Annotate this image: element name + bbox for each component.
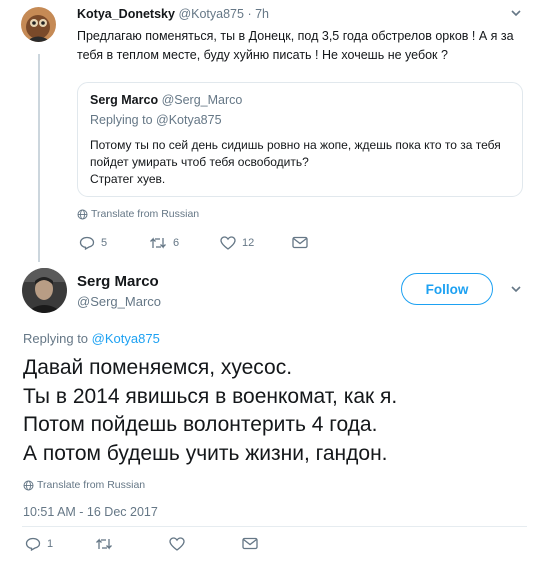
direct-message-action[interactable] <box>292 236 308 249</box>
reply-icon <box>25 537 41 551</box>
like-action[interactable]: 12 <box>220 236 254 250</box>
retweet-icon <box>149 236 167 250</box>
retweet-count: 6 <box>173 237 180 249</box>
like-action[interactable] <box>169 537 185 551</box>
replying-prefix: Replying to <box>23 331 89 346</box>
replying-prefix: Replying to <box>90 113 153 127</box>
quoted-author-name: Serg Marco <box>90 93 159 107</box>
retweet-icon <box>95 537 113 551</box>
chevron-down-icon[interactable] <box>510 284 522 294</box>
reply-action[interactable]: 5 <box>79 236 107 250</box>
reply-count: 1 <box>47 538 54 550</box>
author-name[interactable]: Serg Marco <box>77 273 159 290</box>
retweet-action[interactable]: 6 <box>149 236 179 250</box>
replying-handle[interactable]: @Kotya875 <box>92 331 160 346</box>
tweet-timestamp[interactable]: 10:51 AM - 16 Dec 2017 <box>23 505 158 519</box>
direct-message-action[interactable] <box>242 537 258 550</box>
tweet-header: Kotya_Donetsky @Kotya875 · 7h <box>77 7 269 21</box>
quoted-header: Serg Marco @Serg_Marco <box>90 93 242 107</box>
translate-link[interactable]: Translate from Russian <box>23 479 145 491</box>
tweet-time[interactable]: 7h <box>255 7 269 21</box>
reply-count: 5 <box>101 237 108 249</box>
tweet-line: Потом пойдешь волонтерить 4 года. <box>23 413 378 436</box>
tweet-line: Ты в 2014 явишься в военкомат, как я. <box>23 384 398 408</box>
translate-label: Translate from Russian <box>37 479 146 491</box>
retweet-action[interactable] <box>95 537 113 551</box>
replying-handle: @Kotya875 <box>156 113 222 127</box>
quoted-author-handle: @Serg_Marco <box>161 93 243 107</box>
quoted-tweet[interactable]: Serg Marco @Serg_Marco Replying to @Koty… <box>77 82 523 197</box>
translate-link[interactable]: Translate from Russian <box>77 208 199 220</box>
chevron-down-icon[interactable] <box>510 8 522 18</box>
reply-action[interactable]: 1 <box>25 537 53 551</box>
tweet-text: Давай поменяемся, хуесос. Ты в 2014 явиш… <box>23 354 533 468</box>
time-separator: · <box>247 7 252 21</box>
tweet-text: Предлагаю поменяться, ты в Донецк, под 3… <box>77 29 514 62</box>
quoted-text: Потому ты по сей день сидишь ровно на жо… <box>90 137 510 188</box>
quoted-replying-to: Replying to @Kotya875 <box>90 113 222 127</box>
avatar[interactable] <box>21 7 56 42</box>
globe-icon <box>23 480 34 491</box>
follow-button[interactable]: Follow <box>401 273 493 305</box>
reply-icon <box>79 236 95 250</box>
translate-label: Translate from Russian <box>91 208 200 220</box>
replying-to: Replying to @Kotya875 <box>23 331 160 346</box>
like-icon <box>169 537 185 551</box>
direct-message-icon <box>292 236 308 249</box>
divider <box>22 526 527 527</box>
avatar[interactable] <box>22 268 67 313</box>
thread-line <box>38 54 40 262</box>
quoted-line: Потому ты по сей день сидишь ровно на жо… <box>90 138 501 169</box>
tweet-line: А потом будешь учить жизни, гандон. <box>23 441 388 465</box>
direct-message-icon <box>242 537 258 550</box>
like-count: 12 <box>242 237 255 249</box>
author-handle[interactable]: @Kotya875 <box>178 7 244 21</box>
quoted-line: Стратег хуев. <box>90 172 166 186</box>
like-icon <box>220 236 236 250</box>
author-name[interactable]: Kotya_Donetsky <box>77 7 175 21</box>
author-handle[interactable]: @Serg_Marco <box>77 294 161 309</box>
globe-icon <box>77 209 88 220</box>
tweet-line: Давай поменяемся, хуесос. <box>23 356 293 379</box>
